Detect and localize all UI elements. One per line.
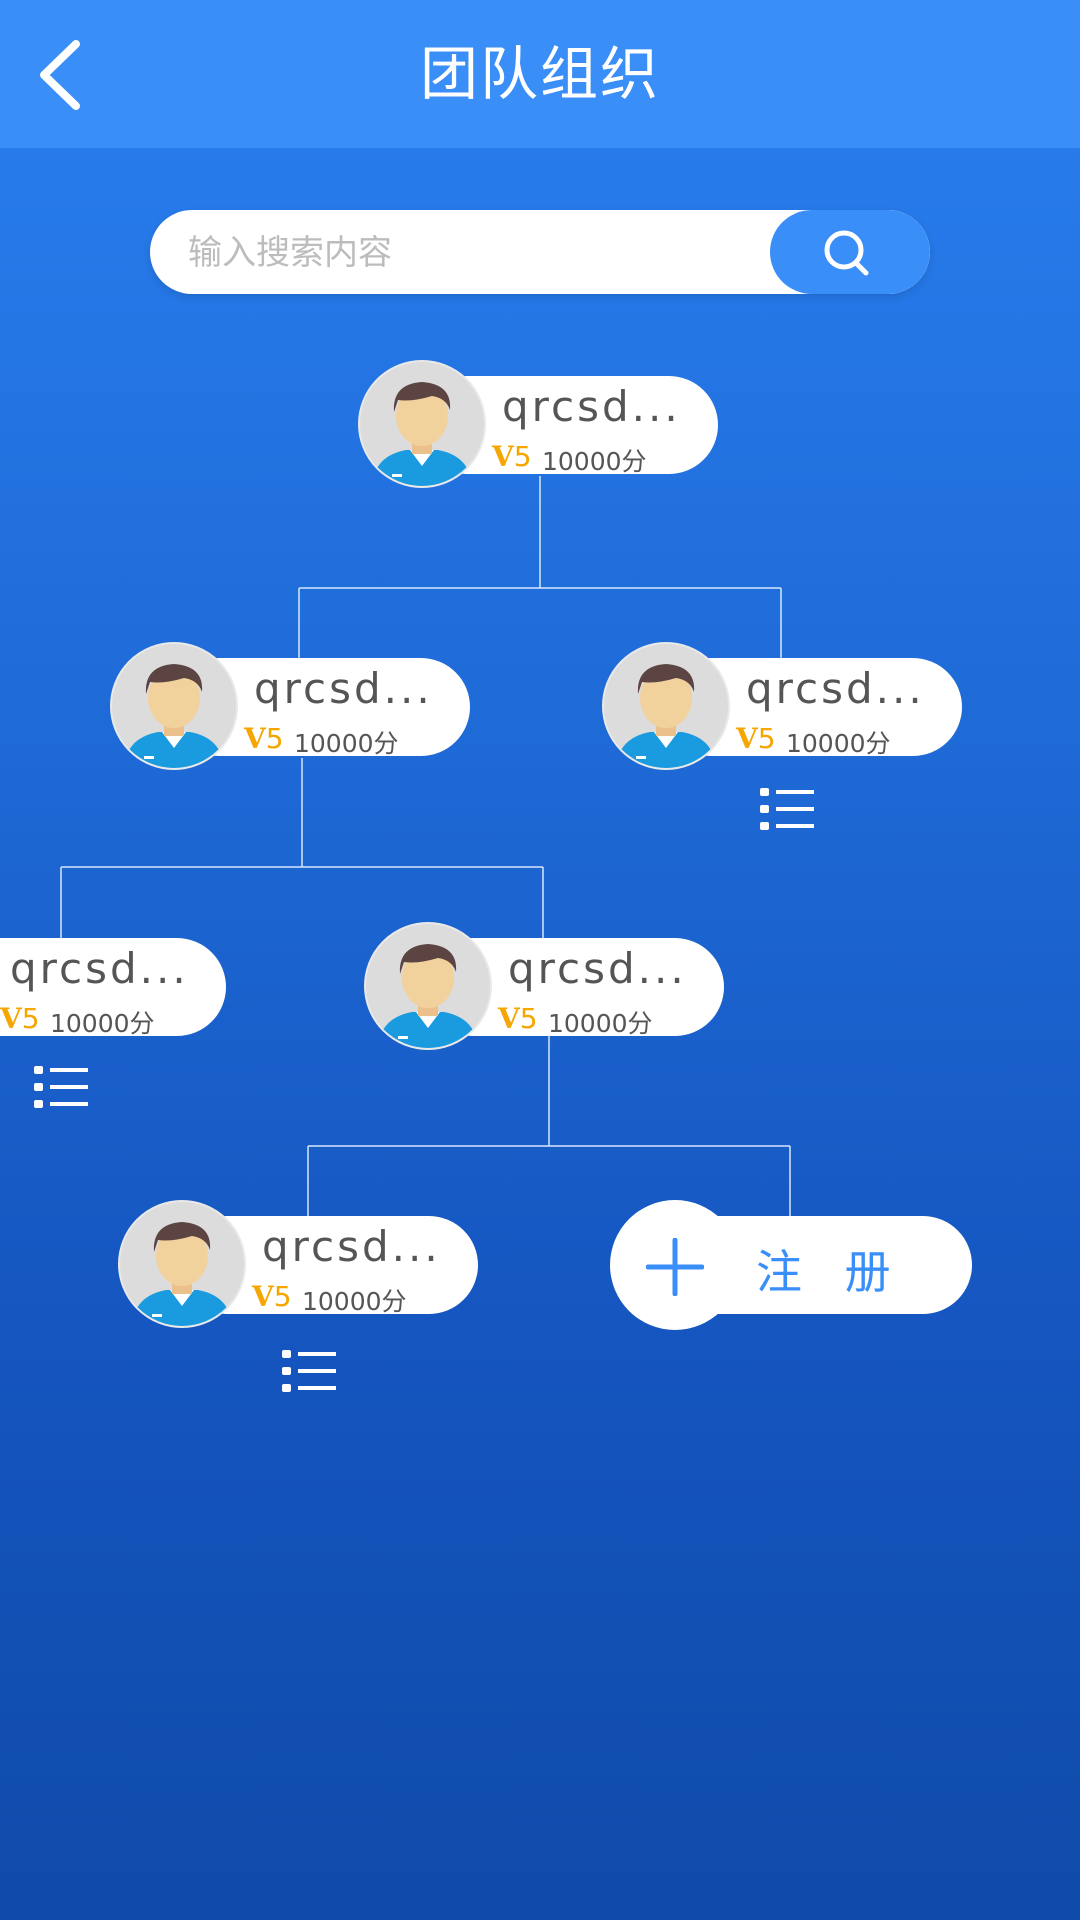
level-badge: V5: [736, 722, 776, 755]
member-name: qrcsd...: [262, 1222, 441, 1271]
user-avatar-icon: [372, 382, 472, 486]
list-icon: [282, 1350, 336, 1392]
register-label: 注 册: [756, 1245, 905, 1299]
user-avatar-icon: [616, 664, 716, 768]
search-icon: [824, 230, 869, 276]
register-button[interactable]: 注 册: [610, 1200, 972, 1330]
member-points: 10000分: [548, 1009, 653, 1038]
team-list-button[interactable]: [282, 1348, 336, 1394]
search-input[interactable]: [186, 210, 750, 294]
user-avatar-icon: [124, 664, 224, 768]
member-points: 10000分: [50, 1009, 155, 1038]
avatar: [602, 642, 730, 770]
member-card[interactable]: qrcsd... V5 10000分: [110, 642, 470, 772]
member-name: qrcsd...: [502, 382, 681, 431]
search-bar: [150, 210, 930, 294]
team-list-button[interactable]: [760, 786, 814, 832]
member-points: 10000分: [542, 447, 647, 476]
page-title: 团队组织: [419, 40, 660, 108]
avatar: [358, 360, 486, 488]
avatar: [110, 642, 238, 770]
user-avatar-icon: [378, 944, 478, 1048]
member-points: 10000分: [294, 729, 399, 758]
level-badge: V5: [244, 722, 284, 755]
avatar: [364, 922, 492, 1050]
level-badge: V5: [498, 1002, 538, 1035]
plus-icon: [646, 1238, 704, 1296]
team-organization-screen: 团队组织 输入搜索内容 qrcsd... V5 10000分 qrcsd... …: [0, 0, 1080, 1920]
team-list-button[interactable]: [34, 1064, 88, 1110]
member-card-root[interactable]: qrcsd... V5 10000分: [358, 360, 718, 490]
list-icon: [760, 788, 814, 830]
member-name: qrcsd...: [746, 664, 925, 713]
member-card[interactable]: qrcsd... V5 10000分: [602, 642, 962, 772]
member-name: qrcsd...: [254, 664, 433, 713]
member-card[interactable]: qrcsd... V5 10000分: [0, 922, 226, 1052]
member-card[interactable]: qrcsd... V5 10000分: [118, 1200, 478, 1330]
user-avatar-icon: [132, 1222, 232, 1326]
app-header: 团队组织: [0, 0, 1080, 148]
member-points: 10000分: [786, 729, 891, 758]
level-badge: V5: [0, 1002, 40, 1035]
member-name: qrcsd...: [508, 944, 687, 993]
list-icon: [34, 1066, 88, 1108]
member-card[interactable]: qrcsd... V5 10000分: [364, 922, 724, 1052]
search-button[interactable]: [770, 210, 930, 294]
member-points: 10000分: [302, 1287, 407, 1316]
member-name: qrcsd...: [10, 944, 189, 993]
level-badge: V5: [492, 440, 532, 473]
level-badge: V5: [252, 1280, 292, 1313]
avatar: [118, 1200, 246, 1328]
